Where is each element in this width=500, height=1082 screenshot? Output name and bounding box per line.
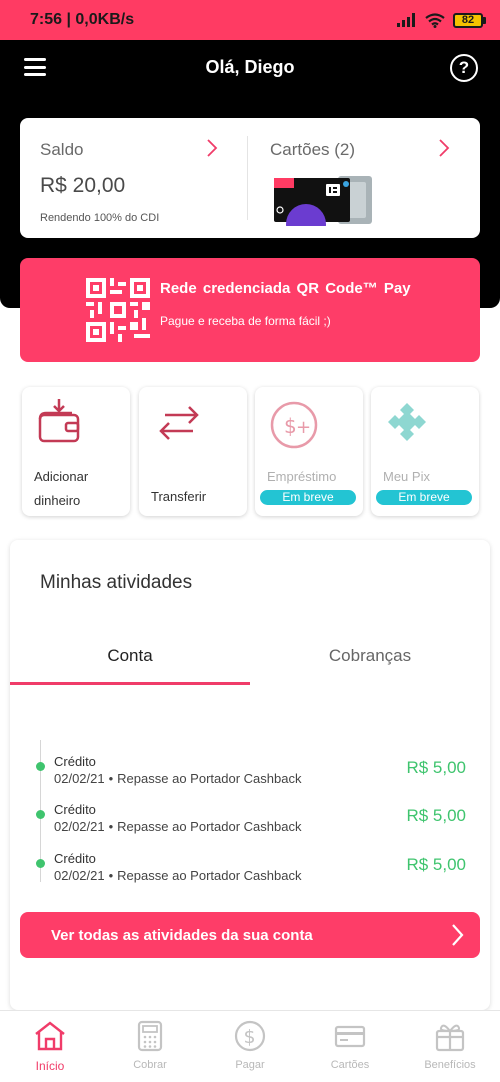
cards-section[interactable]: Cartões (2) (248, 118, 480, 238)
balance-note: Rendendo 100% do CDI (40, 212, 160, 224)
balance-label: Saldo (40, 140, 84, 159)
card-icon (334, 1025, 366, 1048)
chevron-right-icon (452, 924, 464, 946)
signal-icon (397, 13, 415, 27)
svg-text:$: $ (244, 1026, 256, 1048)
nav-inicio[interactable]: Início (0, 1011, 100, 1082)
activity-description: 02/02/21 • Repasse ao Portador Cashback (54, 771, 302, 786)
qr-code-icon (86, 278, 150, 342)
qr-code-banner[interactable]: Rede credenciada QR Code™ Pay Pague e re… (20, 258, 480, 362)
card-thumbnail-icon[interactable] (274, 174, 374, 226)
nav-label: Cartões (330, 1059, 370, 1071)
balance-section[interactable]: Saldo R$ 20,00 Rendendo 100% do CDI (20, 136, 248, 224)
nav-label: Início (35, 1059, 65, 1073)
wifi-icon (425, 12, 445, 28)
nav-cobrar[interactable]: Cobrar (100, 1011, 200, 1082)
activity-type: Crédito (54, 754, 96, 769)
loan-button[interactable]: $ + Empréstimo Em breve (255, 387, 363, 516)
gift-icon (435, 1024, 465, 1052)
wallet-icon (38, 399, 80, 443)
nav-label: Pagar (235, 1059, 265, 1071)
status-icons: 82 (397, 12, 486, 28)
status-time: 7:56 | 0,0KB/s (30, 11, 135, 28)
balance-card: Saldo R$ 20,00 Rendendo 100% do CDI Cart… (20, 118, 480, 238)
transfer-button[interactable]: Transferir (139, 387, 247, 516)
add-money-button[interactable]: Adicionar dinheiro (22, 387, 130, 516)
activity-type: Crédito (54, 851, 96, 866)
chevron-right-icon[interactable] (206, 138, 218, 158)
nav-label: Cobrar (133, 1059, 167, 1071)
pix-button[interactable]: Meu Pix Em breve (371, 387, 479, 516)
home-icon (35, 1021, 65, 1051)
activity-description: 02/02/21 • Repasse ao Portador Cashback (54, 819, 302, 834)
loan-label: Empréstimo (267, 469, 337, 484)
status-dot (36, 762, 45, 771)
battery-icon: 82 (453, 12, 486, 28)
help-icon[interactable]: ? (450, 54, 478, 82)
activities-panel: Minhas atividades Conta Cobranças Crédit… (10, 540, 490, 1010)
dollar-circle-icon: $ (234, 1020, 266, 1052)
nav-pagar[interactable]: $ Pagar (200, 1011, 300, 1082)
battery-level: 82 (453, 12, 483, 28)
cards-label: Cartões (2) (270, 140, 356, 159)
transfer-label: Transferir (151, 489, 207, 504)
svg-text:$: $ (284, 414, 297, 438)
tab-conta[interactable]: Conta (10, 646, 250, 666)
bottom-nav: Início Cobrar $ Pagar Cartões Benefícios (0, 1010, 500, 1082)
calculator-icon (137, 1020, 163, 1052)
qr-banner-subtitle: Pague e receba de forma fácil ;) (160, 314, 331, 328)
pix-icon (388, 403, 426, 441)
tab-cobrancas[interactable]: Cobranças (250, 646, 490, 666)
coming-soon-badge: Em breve (260, 490, 356, 505)
activity-amount: R$ 5,00 (406, 806, 466, 825)
balance-value: R$ 20,00 (40, 174, 126, 197)
nav-label: Benefícios (424, 1059, 476, 1071)
activity-description: 02/02/21 • Repasse ao Portador Cashback (54, 868, 302, 883)
nav-cartoes[interactable]: Cartões (300, 1011, 400, 1082)
view-all-activities-button[interactable]: Ver todas as atividades da sua conta (20, 912, 480, 958)
status-dot (36, 810, 45, 819)
activities-title: Minhas atividades (40, 572, 193, 593)
dollar-plus-icon: $ + (270, 401, 318, 449)
activity-amount: R$ 5,00 (406, 855, 466, 874)
nav-beneficios[interactable]: Benefícios (400, 1011, 500, 1082)
add-money-label: Adicionar dinheiro (34, 469, 89, 508)
greeting: Olá, Diego (205, 57, 295, 77)
qr-banner-title: Rede credenciada QR Code™ Pay (160, 280, 411, 297)
activity-amount: R$ 5,00 (406, 758, 466, 777)
active-tab-indicator (10, 682, 250, 685)
coming-soon-badge: Em breve (376, 490, 472, 505)
activity-type: Crédito (54, 802, 96, 817)
status-dot (36, 859, 45, 868)
pix-label: Meu Pix (383, 469, 430, 484)
chevron-right-icon[interactable] (438, 138, 450, 158)
transfer-arrows-icon (159, 406, 199, 440)
view-all-label: Ver todas as atividades da sua conta (51, 926, 313, 944)
status-bar: 7:56 | 0,0KB/s 82 (0, 0, 500, 40)
activity-item[interactable]: Crédito 02/02/21 • Repasse ao Portador Cas… (36, 847, 466, 887)
activity-item[interactable]: Crédito 02/02/21 • Repasse ao Portador Cas… (36, 750, 466, 790)
activity-item[interactable]: Crédito 02/02/21 • Repasse ao Portador Cas… (36, 798, 466, 838)
svg-text:+: + (296, 417, 311, 438)
